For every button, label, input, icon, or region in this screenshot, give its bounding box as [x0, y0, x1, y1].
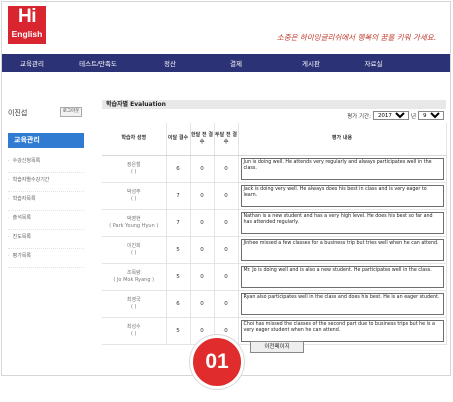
learner-name: 박영현( Park Young Hyun ) [102, 209, 167, 237]
comment-textarea[interactable]: Jack is doing very well. He always does … [240, 184, 444, 207]
count-one-month-ago: 0 [190, 290, 215, 318]
learner-english-name: ( Park Young Hyun ) [109, 222, 159, 229]
learner-name: 이진희( ) [102, 236, 167, 264]
logo-english: English [11, 29, 43, 39]
learner-name: 박성주( ) [102, 182, 167, 210]
year-select[interactable]: 2017 [372, 111, 409, 120]
comment-cell: Nathan is a new student and has a very h… [238, 209, 447, 237]
step-number-badge: 01 [190, 335, 244, 389]
count-two-months-ago: 0 [214, 209, 239, 237]
learner-korean-name: 조목량 [126, 269, 141, 276]
header-this-month: 이달 결수 [166, 123, 191, 156]
sidebar-menu: 수강신청목록 학습자별수강기간 학습자목록 출석목록 진도목록 평가목록 [8, 154, 84, 268]
sidebar-item-progress[interactable]: 진도목록 [8, 230, 84, 249]
count-one-month-ago: 0 [190, 236, 215, 264]
table-row: 박영현( Park Young Hyun ) 7 0 0 Nathan is a… [102, 209, 447, 237]
comment-textarea[interactable]: Ryan also participates well in the class… [240, 292, 444, 315]
learner-name: 정은철( ) [102, 155, 167, 183]
sidebar-item-period[interactable]: 학습자별수강기간 [8, 173, 84, 192]
header-comment: 평가 내용 [238, 123, 447, 156]
evaluation-table: 학습자 성명 이달 결수 한달 전 결수 두달 전 결수 평가 내용 정은철( … [102, 123, 447, 345]
count-this-month: 6 [166, 155, 191, 183]
sidebar-item-evaluation[interactable]: 평가목록 [8, 249, 84, 268]
learner-english-name: ( ) [131, 195, 137, 202]
sidebar-item-attendance[interactable]: 출석목록 [8, 211, 84, 230]
count-this-month: 7 [166, 182, 191, 210]
month-select[interactable]: 9 [418, 111, 444, 120]
header-name: 학습자 성명 [102, 123, 167, 156]
table-row: 조목량( Jo Mok Ryang ) 5 0 0 Mr. Jo is doin… [102, 263, 447, 291]
table-row: 정은철( ) 6 0 0 Jun is doing well. He atten… [102, 155, 447, 183]
count-two-months-ago: 0 [214, 236, 239, 264]
top-navigation: 교육관리 테스트/만족도 정산 결제 게시판 자료실 [2, 54, 450, 72]
nav-education[interactable]: 교육관리 [2, 58, 62, 68]
nav-board[interactable]: 게시판 [266, 58, 356, 68]
comment-textarea[interactable]: Jinhee missed a few classes for a busine… [240, 238, 444, 261]
app-window: Hi English 소중은 하이잉글리쉬에서 행복의 꿈을 키워 가세요. 교… [1, 1, 451, 376]
comment-textarea[interactable]: Nathan is a new student and has a very h… [240, 211, 444, 234]
comment-textarea[interactable]: Mr. Jo is doing well and is also a new s… [240, 265, 444, 288]
learner-english-name: ( Jo Mok Ryang ) [113, 276, 155, 283]
learner-korean-name: 최성수 [126, 323, 141, 330]
period-selector: 평가 기간: 2017 년 9 [347, 111, 444, 120]
learner-english-name: ( ) [131, 330, 137, 337]
learner-name: 최영국( ) [102, 290, 167, 318]
logo-hi: Hi [18, 6, 37, 27]
comment-cell: Mr. Jo is doing well and is also a new s… [238, 263, 447, 291]
count-one-month-ago: 0 [190, 182, 215, 210]
comment-textarea[interactable]: Jun is doing well. He attends very regul… [240, 157, 444, 180]
learner-english-name: ( ) [131, 168, 137, 175]
learner-korean-name: 박성주 [126, 188, 141, 195]
table-header-row: 학습자 성명 이달 결수 한달 전 결수 두달 전 결수 평가 내용 [102, 123, 447, 156]
comment-cell: Jack is doing very well. He always does … [238, 182, 447, 210]
count-this-month: 5 [166, 317, 191, 345]
year-suffix: 년 [410, 113, 416, 120]
user-name: 이진섭 [8, 109, 28, 117]
nav-library[interactable]: 자료실 [356, 58, 391, 68]
comment-cell: Choi has missed the classes of the secon… [238, 317, 447, 345]
count-this-month: 7 [166, 209, 191, 237]
content-title: 학습자별 Evaluation [102, 100, 446, 109]
header-two-months-ago: 두달 전 결수 [214, 123, 239, 156]
nav-test[interactable]: 테스트/만족도 [62, 58, 134, 68]
count-two-months-ago: 0 [214, 155, 239, 183]
hi-english-logo[interactable]: Hi English [8, 6, 46, 44]
learner-english-name: ( ) [131, 303, 137, 310]
count-one-month-ago: 0 [190, 155, 215, 183]
sidebar-item-learners[interactable]: 학습자목록 [8, 192, 84, 211]
nav-settlement[interactable]: 정산 [134, 58, 206, 68]
learner-english-name: ( ) [131, 249, 137, 256]
count-two-months-ago: 0 [214, 290, 239, 318]
comment-cell: Jinhee missed a few classes for a busine… [238, 236, 447, 264]
learner-korean-name: 최영국 [126, 296, 141, 303]
comment-cell: Jun is doing well. He attends very regul… [238, 155, 447, 183]
count-this-month: 5 [166, 236, 191, 264]
learner-korean-name: 박영현 [126, 215, 141, 222]
table-row: 이진희( ) 5 0 0 Jinhee missed a few classes… [102, 236, 447, 264]
table-row: 박성주( ) 7 0 0 Jack is doing very well. He… [102, 182, 447, 210]
comment-cell: Ryan also participates well in the class… [238, 290, 447, 318]
previous-page-button[interactable]: 이전페이지 [250, 341, 304, 353]
learner-korean-name: 정은철 [126, 161, 141, 168]
learner-name: 최성수( ) [102, 317, 167, 345]
slogan: 소중은 하이잉글리쉬에서 행복의 꿈을 키워 가세요. [276, 33, 436, 42]
count-two-months-ago: 0 [214, 263, 239, 291]
count-this-month: 5 [166, 263, 191, 291]
sidebar-title: 교육관리 [8, 133, 84, 148]
table-row: 최영국( ) 6 0 0 Ryan also participates well… [102, 290, 447, 318]
sidebar-item-enrollment[interactable]: 수강신청목록 [8, 154, 84, 173]
learner-name: 조목량( Jo Mok Ryang ) [102, 263, 167, 291]
logout-button[interactable]: 로그아웃 [60, 107, 82, 117]
learner-korean-name: 이진희 [126, 242, 141, 249]
header-one-month-ago: 한달 전 결수 [190, 123, 215, 156]
count-one-month-ago: 0 [190, 209, 215, 237]
period-label: 평가 기간: [347, 113, 371, 120]
count-this-month: 6 [166, 290, 191, 318]
nav-payment[interactable]: 결제 [206, 58, 266, 68]
count-two-months-ago: 0 [214, 182, 239, 210]
count-one-month-ago: 0 [190, 263, 215, 291]
table-row: 최성수( ) 5 0 0 Choi has missed the classes… [102, 317, 447, 345]
comment-textarea[interactable]: Choi has missed the classes of the secon… [240, 319, 444, 342]
